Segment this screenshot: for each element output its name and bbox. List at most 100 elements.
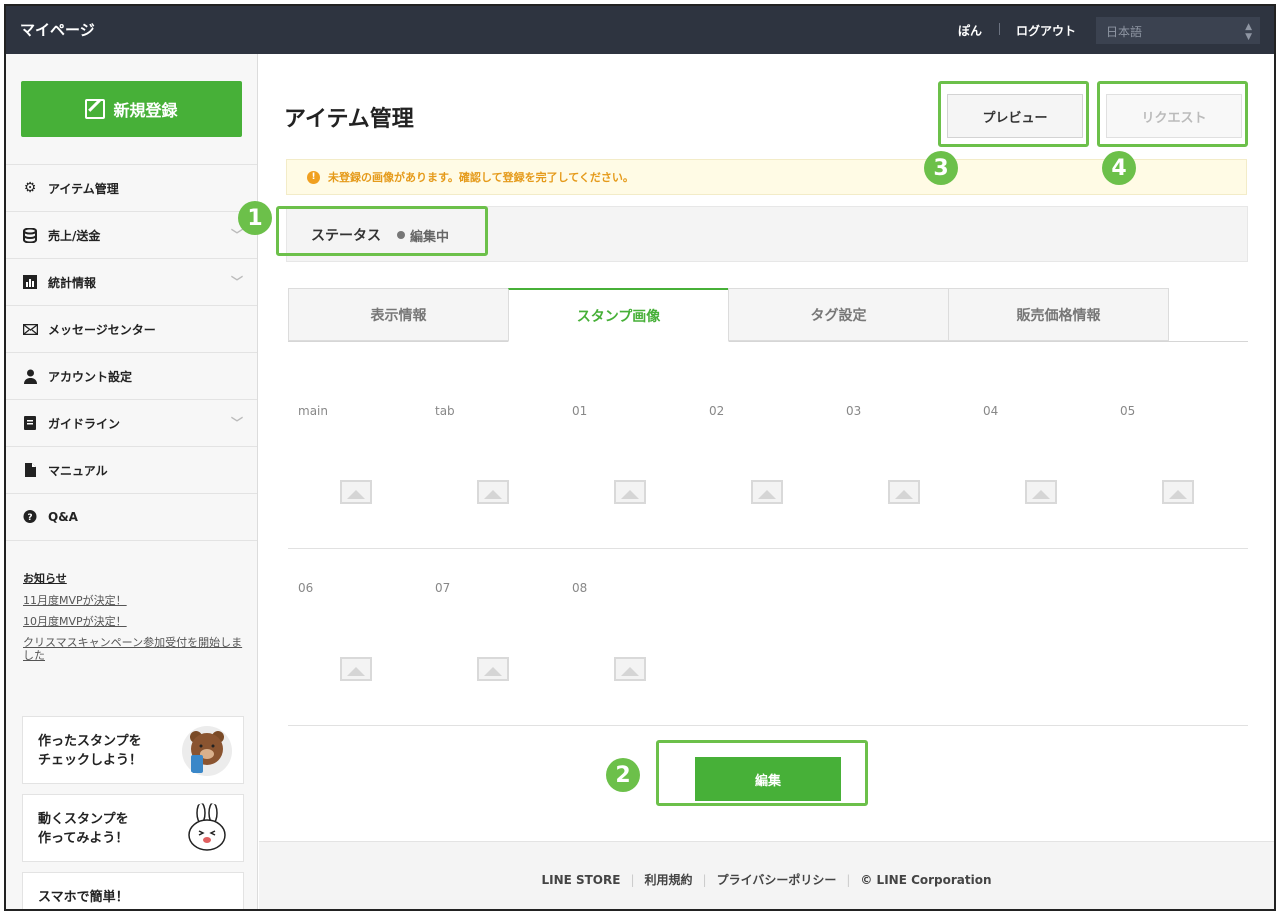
username[interactable]: ぽん [958, 22, 982, 39]
bar-chart-icon [22, 274, 38, 290]
database-icon [22, 227, 38, 243]
new-registration-button[interactable]: 新規登録 [21, 81, 242, 137]
mail-icon [22, 321, 38, 337]
stamp-image-slot[interactable]: 06 [288, 581, 408, 701]
promo-banner-smartphone[interactable]: スマホで簡単！ [22, 872, 244, 909]
image-placeholder-icon [614, 657, 646, 681]
divider: | [846, 873, 851, 887]
footer-copyright: © LINE Corporation [860, 873, 992, 887]
question-icon: ? [22, 509, 38, 525]
sidebar-item-guidelines[interactable]: ガイドライン ﹀ [6, 400, 257, 447]
stamp-slot-label: main [298, 404, 328, 418]
divider [999, 23, 1000, 35]
user-icon [22, 368, 38, 384]
top-bar: マイページ ぽん ログアウト 日本語 ▲ ▼ [6, 6, 1274, 54]
sidebar-item-label: 売上/送金 [48, 228, 101, 243]
image-placeholder-icon [751, 480, 783, 504]
promo-banner-animated-stamps[interactable]: 動くスタンプを 作ってみよう！ [22, 794, 244, 862]
tab-tag-settings[interactable]: タグ設定 [728, 288, 949, 341]
news-link[interactable]: クリスマスキャンペーン参加受付を開始しました [23, 636, 243, 662]
sidebar-item-label: Q&A [48, 510, 78, 524]
footer-link-privacy[interactable]: プライバシーポリシー [717, 873, 837, 887]
file-icon [22, 462, 38, 478]
stamp-slot-label: 02 [709, 404, 725, 418]
news-title[interactable]: お知らせ [23, 570, 243, 586]
tab-stamp-images[interactable]: スタンプ画像 [508, 288, 729, 342]
stamp-image-slot[interactable]: 02 [699, 404, 819, 524]
callout-number: 3 [924, 151, 958, 185]
callout-number: 1 [238, 201, 272, 235]
image-placeholder-icon [1162, 480, 1194, 504]
divider: | [630, 873, 635, 887]
footer: LINE STORE | 利用規約 | プライバシーポリシー | © LINE Corpor… [259, 841, 1274, 909]
footer-link-terms[interactable]: 利用規約 [645, 873, 693, 887]
stamp-slot-label: 08 [572, 581, 588, 595]
image-placeholder-icon [340, 657, 372, 681]
sidebar-item-account-settings[interactable]: アカウント設定 [6, 353, 257, 400]
sidebar-item-statistics[interactable]: 統計情報 ﹀ [6, 259, 257, 306]
stamp-slot-label: 07 [435, 581, 451, 595]
image-grid-row: 06 07 08 [288, 561, 1248, 726]
image-placeholder-icon [614, 480, 646, 504]
stamp-slot-label: 03 [846, 404, 862, 418]
sidebar-item-item-management[interactable]: ⚙ アイテム管理 [6, 165, 257, 212]
cony-rabbit-icon [188, 803, 226, 851]
callout-number: 4 [1102, 151, 1136, 185]
edit-icon [85, 99, 106, 119]
callout-number: 2 [606, 758, 640, 792]
sidebar-item-label: 統計情報 [48, 275, 97, 290]
gear-icon: ⚙ [23, 180, 37, 196]
tab-bar: 表示情報 スタンプ画像 タグ設定 販売価格情報 [288, 288, 1248, 342]
stamp-image-slot[interactable]: 01 [562, 404, 682, 524]
callout-box-preview [938, 81, 1089, 147]
document-icon [22, 415, 38, 431]
stamp-image-slot[interactable]: 07 [425, 581, 545, 701]
sidebar-item-label: アカウント設定 [48, 369, 133, 384]
tab-sales-price-info[interactable]: 販売価格情報 [948, 288, 1169, 341]
sidebar-item-label: アイテム管理 [48, 181, 119, 196]
stamp-slot-label: tab [435, 404, 455, 418]
footer-link-line-store[interactable]: LINE STORE [541, 873, 620, 887]
image-placeholder-icon [1025, 480, 1057, 504]
footer-links: LINE STORE | 利用規約 | プライバシーポリシー | © LINE Corpor… [259, 871, 1274, 888]
image-placeholder-icon [340, 480, 372, 504]
stamp-image-slot[interactable]: 03 [836, 404, 956, 524]
news-link[interactable]: 11月度MVPが決定！ [23, 594, 243, 607]
logout-link[interactable]: ログアウト [1016, 22, 1076, 39]
sidebar-item-label: ガイドライン [48, 416, 121, 431]
stamp-image-slot[interactable]: 04 [973, 404, 1093, 524]
language-select[interactable]: 日本語 ▲ ▼ [1096, 17, 1260, 44]
promo-text: 作ったスタンプを チェックしよう！ [38, 734, 143, 768]
stamp-image-slot[interactable]: 05 [1110, 404, 1230, 524]
sidebar-item-label: メッセージセンター [48, 322, 156, 337]
sidebar-item-manual[interactable]: マニュアル [6, 447, 257, 494]
promo-text: スマホで簡単！ [38, 890, 129, 905]
language-value: 日本語 [1106, 25, 1143, 39]
chevron-down-icon: ﹀ [230, 416, 243, 430]
callout-box-edit [656, 740, 868, 806]
news-section: お知らせ 11月度MVPが決定！ 10月度MVPが決定！ クリスマスキャンペーン… [23, 570, 243, 670]
brand-title[interactable]: マイページ [20, 19, 95, 40]
sidebar-item-sales[interactable]: 売上/送金 ﹀ [6, 212, 257, 259]
stamp-image-slot[interactable]: main [288, 404, 408, 524]
news-link[interactable]: 10月度MVPが決定！ [23, 615, 243, 628]
promo-banner-check-stamps[interactable]: 作ったスタンプを チェックしよう！ [22, 716, 244, 784]
stamp-slot-label: 01 [572, 404, 588, 418]
sidebar-item-qa[interactable]: ? Q&A [6, 494, 257, 541]
new-registration-label: 新規登録 [113, 101, 178, 120]
callout-box-request [1097, 81, 1248, 147]
svg-text:?: ? [27, 513, 32, 523]
divider: | [702, 873, 707, 887]
sidebar-item-message-center[interactable]: メッセージセンター [6, 306, 257, 353]
sidebar-menu: ⚙ アイテム管理 売上/送金 ﹀ 統計情報 ﹀ メッセージセンター アカウント設… [6, 164, 257, 541]
stamp-slot-label: 06 [298, 581, 314, 595]
brown-bear-icon [182, 726, 232, 776]
promo-text: 動くスタンプを 作ってみよう！ [38, 812, 129, 846]
stamp-image-slot[interactable]: tab [425, 404, 545, 524]
chevron-down-icon: ▲ ▼ [1245, 22, 1252, 42]
stamp-slot-label: 05 [1120, 404, 1136, 418]
tab-display-info[interactable]: 表示情報 [288, 288, 509, 341]
sidebar: 新規登録 ⚙ アイテム管理 売上/送金 ﹀ 統計情報 ﹀ メッセージセンター ア… [6, 54, 258, 909]
stamp-image-slot[interactable]: 08 [562, 581, 682, 701]
warning-icon: ! [307, 170, 320, 184]
